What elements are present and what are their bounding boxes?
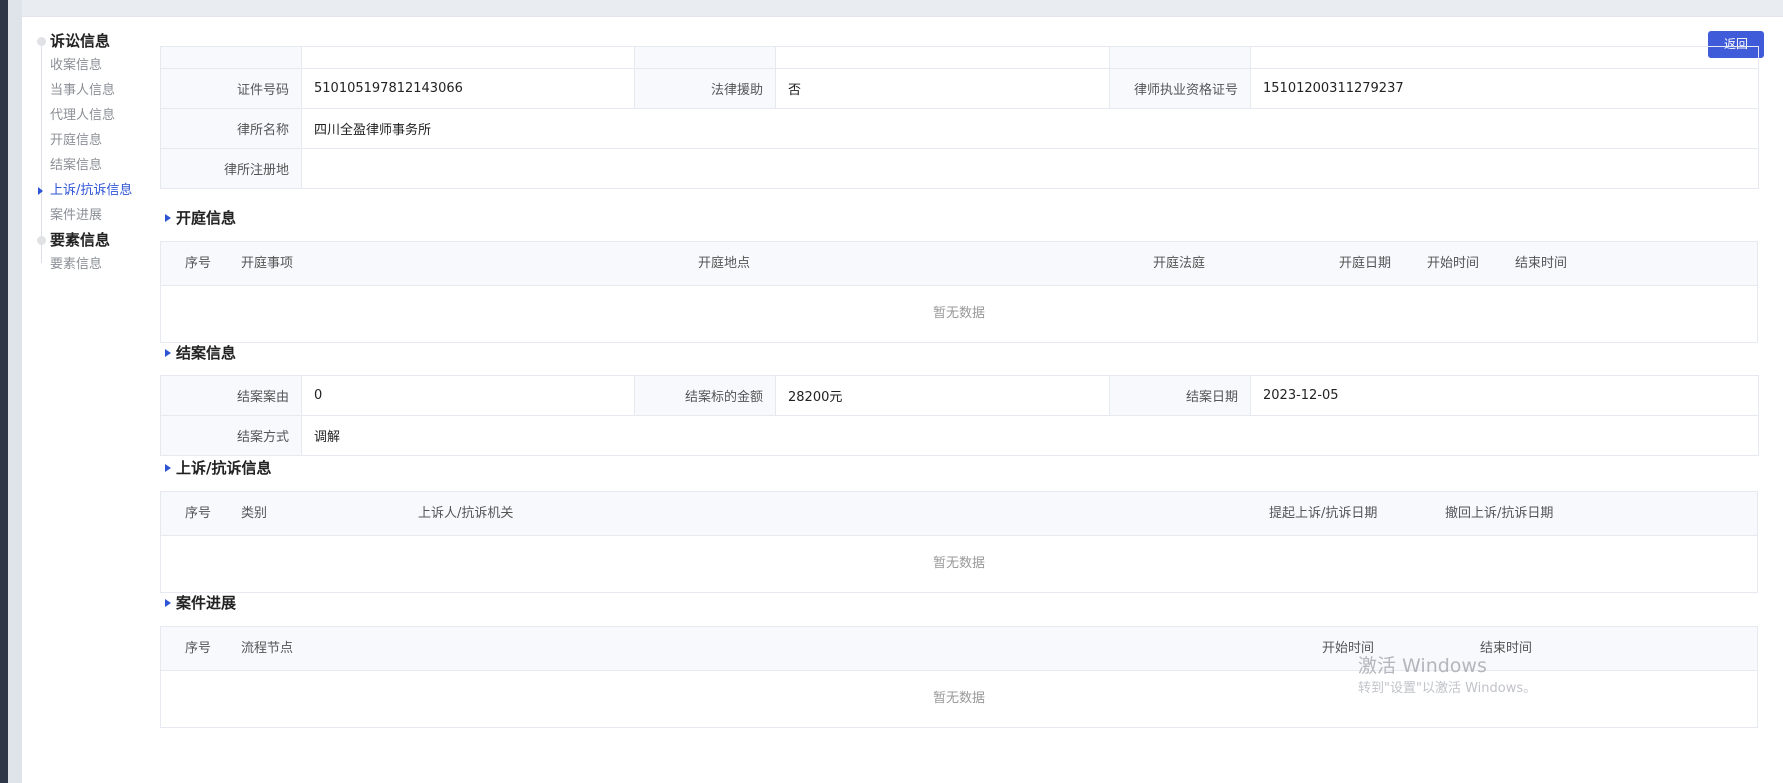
firm-name-label: 律所名称 xyxy=(160,108,302,149)
watermark-title: 激活 Windows xyxy=(1358,655,1487,677)
column-header: 开庭日期 xyxy=(1339,256,1392,271)
closing-cause-label: 结案案由 xyxy=(160,375,302,416)
column-header: 提起上诉/抗诉日期 xyxy=(1269,506,1378,521)
section-title-closing: 结案信息 xyxy=(165,343,236,363)
column-header: 上诉人/抗诉机关 xyxy=(418,506,514,521)
column-header: 开庭地点 xyxy=(698,256,751,271)
field-label xyxy=(634,46,776,69)
column-header: 序号 xyxy=(185,256,212,271)
sidebar-item-label: 要素信息 xyxy=(50,257,103,272)
hearing-table: 序号 开庭事项 开庭地点 开庭法庭 开庭日期 开始时间 结束时间 暂无数据 xyxy=(160,241,1758,343)
watermark-subtitle: 转到"设置"以激活 Windows。 xyxy=(1358,681,1537,696)
sidebar-group-label: 要素信息 xyxy=(50,231,111,249)
table-row: 律所名称 四川全盈律师事务所 xyxy=(160,108,1759,149)
sidebar-group-label: 诉讼信息 xyxy=(50,32,111,50)
column-header: 序号 xyxy=(185,506,212,521)
section-title-progress: 案件进展 xyxy=(165,593,236,613)
sidebar-item-label: 上诉/抗诉信息 xyxy=(50,183,133,198)
sidebar-item-label: 代理人信息 xyxy=(50,108,116,123)
license-value: 15101200311279237 xyxy=(1250,68,1759,109)
window-edge-shade xyxy=(0,0,8,783)
id-number-label: 证件号码 xyxy=(160,68,302,109)
field-value xyxy=(301,46,635,69)
section-title-text: 案件进展 xyxy=(176,594,237,612)
column-header: 流程节点 xyxy=(241,641,294,656)
group-dot-icon xyxy=(37,236,46,245)
section-arrow-icon xyxy=(165,599,171,607)
sidebar-item-hearing[interactable]: 开庭信息 xyxy=(36,128,166,153)
empty-state: 暂无数据 xyxy=(932,306,985,321)
firm-name-value: 四川全盈律师事务所 xyxy=(301,108,1759,149)
closing-date-label: 结案日期 xyxy=(1109,375,1251,416)
windows-activation-watermark: 激活 Windows 转到"设置"以激活 Windows。 xyxy=(1358,655,1536,697)
table-row: 结案方式 调解 xyxy=(160,415,1759,456)
column-header: 开始时间 xyxy=(1427,256,1480,271)
legal-aid-label: 法律援助 xyxy=(634,68,776,109)
section-arrow-icon xyxy=(165,349,171,357)
sidebar-item-agents[interactable]: 代理人信息 xyxy=(36,103,166,128)
column-header: 序号 xyxy=(185,641,212,656)
sidebar-group-litigation[interactable]: 诉讼信息 xyxy=(36,29,166,53)
column-header: 类别 xyxy=(241,506,268,521)
closing-cause-value: 0 xyxy=(301,375,635,416)
sidebar-item-appeal[interactable]: 上诉/抗诉信息 xyxy=(36,178,166,203)
sidebar-nav: 诉讼信息 收案信息 当事人信息 代理人信息 开庭信息 结案信息 上诉/抗诉信息 … xyxy=(36,29,166,277)
table-row: 律所注册地 xyxy=(160,148,1759,189)
sidebar-item-parties[interactable]: 当事人信息 xyxy=(36,78,166,103)
sidebar-item-label: 结案信息 xyxy=(50,158,103,173)
table-row: 证件号码 510105197812143066 法律援助 否 律师执业资格证号 … xyxy=(160,68,1759,109)
id-number-value: 510105197812143066 xyxy=(301,68,635,109)
table-header: 序号 开庭事项 开庭地点 开庭法庭 开庭日期 开始时间 结束时间 xyxy=(161,242,1757,286)
sidebar-item-elements[interactable]: 要素信息 xyxy=(36,252,166,277)
sidebar-item-intake[interactable]: 收案信息 xyxy=(36,53,166,78)
section-title-text: 结案信息 xyxy=(176,344,237,362)
section-arrow-icon xyxy=(165,214,171,222)
table-header: 序号 类别 上诉人/抗诉机关 提起上诉/抗诉日期 撤回上诉/抗诉日期 xyxy=(161,492,1757,536)
sidebar-item-label: 当事人信息 xyxy=(50,83,116,98)
appeal-table: 序号 类别 上诉人/抗诉机关 提起上诉/抗诉日期 撤回上诉/抗诉日期 暂无数据 xyxy=(160,491,1758,593)
field-value xyxy=(775,46,1110,69)
column-header: 撤回上诉/抗诉日期 xyxy=(1445,506,1554,521)
firm-address-label: 律所注册地 xyxy=(160,148,302,189)
closing-date-value: 2023-12-05 xyxy=(1250,375,1759,416)
agent-info-table: 证件号码 510105197812143066 法律援助 否 律师执业资格证号 … xyxy=(160,46,1759,189)
closing-method-label: 结案方式 xyxy=(160,415,302,456)
field-label xyxy=(1109,46,1251,69)
field-label xyxy=(160,46,302,69)
active-arrow-icon xyxy=(38,187,43,195)
column-header: 开庭事项 xyxy=(241,256,294,271)
window-edge xyxy=(0,0,22,783)
section-title-text: 上诉/抗诉信息 xyxy=(176,459,272,477)
closing-info-table: 结案案由 0 结案标的金额 28200元 结案日期 2023-12-05 结案方… xyxy=(160,375,1759,456)
group-dot-icon xyxy=(37,37,46,46)
sidebar-item-label: 开庭信息 xyxy=(50,133,103,148)
section-title-text: 开庭信息 xyxy=(176,209,237,227)
closing-method-value: 调解 xyxy=(301,415,1759,456)
closing-amount-label: 结案标的金额 xyxy=(634,375,776,416)
firm-address-value xyxy=(301,148,1759,189)
closing-amount-value: 28200元 xyxy=(775,375,1110,416)
table-row xyxy=(160,46,1759,69)
empty-state: 暂无数据 xyxy=(932,556,985,571)
column-header: 开庭法庭 xyxy=(1153,256,1206,271)
sidebar-item-label: 案件进展 xyxy=(50,208,103,223)
section-title-appeal: 上诉/抗诉信息 xyxy=(165,458,271,478)
field-value xyxy=(1250,46,1759,69)
sidebar-item-progress[interactable]: 案件进展 xyxy=(36,203,166,228)
license-label: 律师执业资格证号 xyxy=(1109,68,1251,109)
legal-aid-value: 否 xyxy=(775,68,1110,109)
section-title-hearing: 开庭信息 xyxy=(165,208,236,228)
column-header: 结束时间 xyxy=(1515,256,1568,271)
sidebar-item-label: 收案信息 xyxy=(50,58,103,73)
table-row: 结案案由 0 结案标的金额 28200元 结案日期 2023-12-05 xyxy=(160,375,1759,416)
section-arrow-icon xyxy=(165,464,171,472)
sidebar-item-closing[interactable]: 结案信息 xyxy=(36,153,166,178)
sidebar-group-elements[interactable]: 要素信息 xyxy=(36,228,166,252)
